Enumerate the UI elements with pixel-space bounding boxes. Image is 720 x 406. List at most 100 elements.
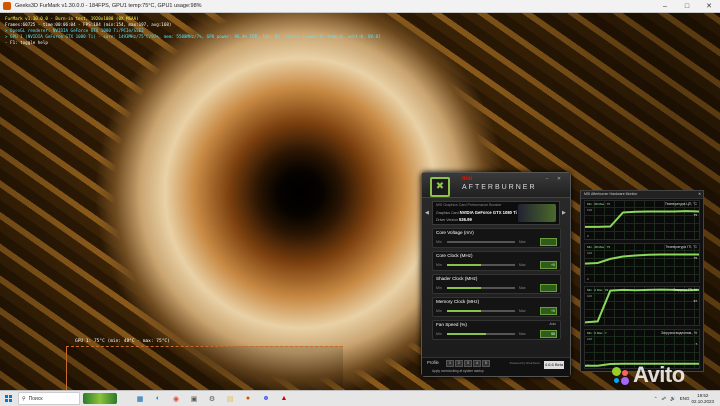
slider-value[interactable] (540, 238, 557, 246)
monitor-graphs: Min : 38 Max : 75 Температура ЦП, °С 100 0 7… (584, 200, 700, 369)
slider-3[interactable]: Memory Clock (MHz) Min Max +0 (432, 297, 561, 317)
slider-fill (447, 333, 487, 335)
store-icon[interactable]: ▣ (185, 391, 203, 406)
fan-auto-toggle[interactable]: Auto (549, 322, 556, 326)
taskbar-apps: ▦ ◐ ◉ ▣ ⚙ ▤ ● ☻ ▲ (131, 391, 293, 406)
graph-current-value: 75 (693, 256, 697, 260)
slider-min-label: Min (436, 240, 442, 244)
chrome-icon[interactable]: ◉ (167, 391, 185, 406)
slider-value[interactable] (540, 284, 557, 292)
windows-logo-icon (4, 395, 12, 402)
minimize-button[interactable]: – (654, 0, 676, 12)
graph-ymax: 100 (587, 251, 593, 255)
tray-chevron-icon[interactable]: ⌃ (654, 396, 658, 402)
gpu-temp-graph-label: GPU 1: 75°C (min: 48°C - max: 75°C) (75, 339, 170, 344)
slider-max-label: Max (519, 240, 526, 244)
graph-ymin: 0 (587, 277, 589, 281)
gpu-performance-bar (518, 204, 556, 222)
profile-slot-button[interactable]: 4 (473, 360, 481, 367)
profile-slot-button[interactable]: 1 (446, 360, 454, 367)
graph-plot (585, 201, 699, 239)
hardware-monitor-window[interactable]: MSI Afterburner Hardware Monitor ✕ Min :… (580, 190, 704, 372)
slider-label: Core Clock (MHz) (436, 253, 473, 258)
avito-logo-icon (612, 367, 630, 386)
slider-value[interactable]: +0 (540, 307, 557, 315)
slider-track[interactable] (447, 310, 515, 312)
x-logo-icon: ✖ (430, 177, 450, 197)
graph-label: Температура ГП, °С (665, 245, 697, 249)
graph-ymin: 0 (587, 363, 589, 367)
network-icon[interactable]: ☍ (662, 396, 667, 402)
panel-caption: MSI Graphics Card Performance Booster (436, 203, 502, 207)
driver-version: 536.99 (458, 217, 472, 222)
close-button[interactable]: ✕ (698, 0, 720, 12)
afterburner-footer: Profile 12345 Apply overclocking at syst… (422, 357, 570, 376)
afterburner-icon[interactable]: ▲ (275, 391, 293, 406)
slider-max-label: Max (519, 332, 526, 336)
profile-slot-button[interactable]: 2 (455, 360, 463, 367)
graph-plot (585, 244, 699, 282)
graph-minmax: Min : 0 Max : 99 (587, 288, 609, 292)
maximize-button[interactable]: □ (676, 0, 698, 12)
slider-max-label: Max (519, 263, 526, 267)
graph-current-value: 97 (693, 299, 697, 303)
edge-icon[interactable]: ◐ (149, 391, 167, 406)
left-arrow-icon[interactable]: ◀ (425, 210, 430, 216)
graph-line (585, 211, 699, 227)
language-indicator[interactable]: ENG (680, 396, 690, 401)
minimize-icon[interactable]: – (544, 176, 550, 182)
slider-min-label: Min (436, 286, 442, 290)
taskbar-search[interactable]: ⚲ Поиск (18, 392, 80, 405)
slider-list: Core Voltage (mV) Min Max Core Clock (MHz) M… (422, 228, 570, 340)
window-titlebar[interactable]: Geeks3D FurMark v1.30.0.0 - 184FPS, GPU1… (0, 0, 720, 13)
slider-max-label: Max (519, 309, 526, 313)
slider-min-label: Min (436, 309, 442, 313)
slider-value[interactable]: 58 (540, 330, 557, 338)
afterburner-window[interactable]: ✖ msi AFTERBURNER – ✕ MSI Graphics Card … (421, 172, 571, 377)
osd-overlay: FurMark v1.30.0.0 - Burn-in test, 1920x1… (5, 16, 381, 46)
monitor-title: MSI Afterburner Hardware Monitor (584, 192, 638, 196)
furmark-icon[interactable]: ● (239, 391, 257, 406)
monitor-graph-2: Min : 0 Max : 99 Загрузка ГП, % 100 0 97 (584, 286, 700, 326)
apply-at-startup-text[interactable]: Apply overclocking at system startup (432, 369, 484, 373)
slider-2[interactable]: Shader Clock (MHz) Min Max (432, 274, 561, 294)
folder-icon[interactable]: ▤ (221, 391, 239, 406)
volume-icon[interactable]: 🔊 (670, 396, 676, 402)
start-button[interactable] (0, 391, 16, 406)
slider-value[interactable]: +0 (540, 261, 557, 269)
right-arrow-icon[interactable]: ▶ (562, 210, 567, 216)
slider-track[interactable] (447, 287, 515, 289)
afterburner-title: AFTERBURNER (462, 184, 537, 191)
search-highlight-thumbnail[interactable] (83, 393, 117, 404)
slider-fill (447, 310, 481, 312)
graph-ymin: 0 (587, 234, 589, 238)
monitor-graph-0: Min : 38 Max : 75 Температура ЦП, °С 100 0 7… (584, 200, 700, 240)
discord-icon[interactable]: ☻ (257, 391, 275, 406)
profile-slot-button[interactable]: 3 (464, 360, 472, 367)
slider-track[interactable] (447, 264, 515, 266)
graph-label: Температура ЦП, °С (664, 202, 697, 206)
afterburner-header[interactable]: ✖ msi AFTERBURNER – ✕ (422, 173, 570, 198)
graph-label: Загрузка видеопам., % (661, 331, 697, 335)
profile-label: Profile (427, 360, 439, 365)
clock[interactable]: 19:52 02.10.2023 (691, 393, 714, 404)
slider-4[interactable]: Fan Speed (%) Min Max 58 Auto (432, 320, 561, 340)
powered-by-text: Powered by RivaTuner (509, 361, 540, 365)
graph-current-value: 75 (693, 213, 697, 217)
monitor-title-bar[interactable]: MSI Afterburner Hardware Monitor ✕ (581, 191, 703, 199)
close-icon[interactable]: ✕ (556, 176, 562, 182)
settings-icon[interactable]: ⚙ (203, 391, 221, 406)
watermark-text: Avito (633, 362, 685, 387)
monitor-close-icon[interactable]: ✕ (698, 191, 701, 198)
gpu-temp-graph: GPU 1: 75°C (min: 48°C - max: 75°C) (66, 339, 343, 390)
profile-slot-button[interactable]: 5 (482, 360, 490, 367)
file-explorer-icon[interactable]: ▦ (131, 391, 149, 406)
search-placeholder: Поиск (28, 395, 43, 402)
slider-0[interactable]: Core Voltage (mV) Min Max (432, 228, 561, 248)
slider-track[interactable] (447, 333, 515, 335)
slider-1[interactable]: Core Clock (MHz) Min Max +0 (432, 251, 561, 271)
slider-max-label: Max (519, 286, 526, 290)
slider-track[interactable] (447, 241, 515, 243)
furmark-app-icon (3, 2, 11, 10)
slider-fill (447, 264, 481, 266)
